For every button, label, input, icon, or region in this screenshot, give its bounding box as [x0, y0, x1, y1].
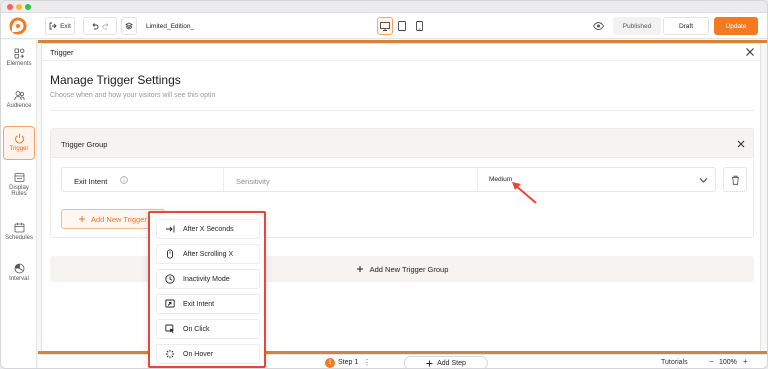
redo-icon[interactable] — [102, 22, 110, 30]
modal-close-icon[interactable] — [744, 46, 756, 58]
annotation-arrow-icon — [512, 182, 537, 204]
power-icon — [14, 133, 24, 144]
trash-icon — [731, 175, 739, 185]
add-step-label: Add Step — [437, 359, 466, 367]
mobile-icon — [415, 21, 423, 31]
menu-item-label: After Scrolling X — [183, 250, 234, 258]
page-title: Manage Trigger Settings — [50, 73, 181, 87]
preview-eye-icon[interactable] — [593, 22, 604, 30]
page-subtitle: Choose when and how your visitors will s… — [50, 92, 216, 99]
minimize-window-button[interactable] — [16, 4, 22, 10]
column-divider — [223, 168, 224, 191]
sidebar-item-display-rules[interactable]: Display Rules — [3, 172, 35, 208]
exit-label: Exit — [60, 22, 71, 30]
desktop-icon — [380, 21, 390, 31]
campaign-name[interactable]: Limited_Edition_ — [146, 23, 194, 30]
remove-group-icon[interactable] — [736, 139, 746, 149]
published-button[interactable]: Published — [613, 17, 661, 35]
sidebar-item-audience[interactable]: Audience — [3, 90, 35, 120]
sidebar-item-label: Display Rules — [9, 185, 29, 197]
sidebar-item-label: Schedules — [4, 235, 34, 241]
trigger-group-header: Trigger Group — [51, 129, 753, 158]
calendar-icon — [14, 222, 24, 233]
menu-item-label: After X Seconds — [183, 225, 234, 233]
hover-burst-icon — [165, 349, 175, 359]
window-titlebar — [1, 1, 767, 13]
trigger-type-menu: After X Seconds After Scrolling X Inacti… — [148, 211, 266, 368]
top-toolbar: Exit Limited_Edition_ Published Draft Up… — [1, 13, 767, 39]
step-number-badge: 1 — [325, 358, 335, 368]
undo-icon[interactable] — [91, 22, 99, 30]
zoom-in-icon[interactable]: + — [743, 357, 748, 366]
menu-item-after-scrolling-x[interactable]: After Scrolling X — [156, 244, 260, 264]
sidebar-item-label: Trigger — [9, 146, 29, 152]
layers-button[interactable] — [121, 17, 137, 35]
sidebar-item-label: Elements — [6, 61, 32, 67]
sidebar-item-label: Audience — [6, 103, 32, 109]
elements-icon — [14, 48, 24, 59]
mouse-scroll-icon — [167, 249, 173, 259]
undo-redo-group — [83, 17, 117, 35]
interval-icon — [14, 263, 24, 274]
trigger-name: Exit Intent — [74, 177, 108, 186]
trigger-row: Exit Intent Sensitivity Medium — [61, 167, 716, 192]
trigger-group-title: Trigger Group — [61, 140, 108, 149]
modal-header-title: Trigger — [50, 48, 74, 57]
clock-icon — [165, 274, 175, 284]
maximize-window-button[interactable] — [25, 4, 31, 10]
click-cursor-icon — [165, 324, 174, 334]
sidebar-item-label: Interval — [9, 276, 29, 282]
add-step-button[interactable]: Add Step — [404, 356, 488, 368]
zoom-out-icon[interactable]: − — [709, 357, 714, 366]
plus-icon — [79, 216, 85, 222]
app-window: Exit Limited_Edition_ Published Draft Up… — [0, 0, 768, 369]
close-window-button[interactable] — [7, 4, 13, 10]
step-label[interactable]: Step 1 — [338, 359, 358, 366]
sidebar-item-interval[interactable]: Interval — [3, 263, 35, 293]
arrow-to-line-icon — [166, 225, 175, 233]
draft-button[interactable]: Draft — [663, 17, 709, 35]
menu-item-after-x-seconds[interactable]: After X Seconds — [156, 219, 260, 239]
left-sidebar: Elements Audience Trigger Display Rules … — [1, 40, 37, 368]
display-rules-icon — [14, 173, 24, 182]
update-button[interactable]: Update — [714, 17, 758, 35]
tablet-icon — [398, 21, 406, 31]
menu-item-label: Exit Intent — [183, 300, 215, 308]
add-group-label: Add New Trigger Group — [369, 264, 449, 274]
menu-item-exit-intent[interactable]: Exit Intent — [156, 294, 260, 314]
tablet-view-button[interactable] — [394, 17, 410, 35]
column-divider — [477, 168, 478, 191]
zoom-level: 100% — [719, 359, 737, 366]
app-logo-icon[interactable] — [9, 17, 27, 35]
sidebar-item-trigger[interactable]: Trigger — [3, 126, 35, 160]
step-more-icon[interactable]: ⋮ — [363, 358, 371, 367]
menu-item-label: Inactivity Mode — [183, 275, 230, 283]
sensitivity-label: Sensitivity — [236, 177, 270, 186]
exit-button[interactable]: Exit — [45, 17, 75, 35]
sidebar-item-elements[interactable]: Elements — [3, 48, 35, 78]
audience-icon — [13, 91, 25, 101]
menu-item-label: On Hover — [183, 350, 213, 358]
info-icon[interactable] — [120, 176, 128, 184]
desktop-view-button[interactable] — [377, 17, 393, 35]
sidebar-item-schedules[interactable]: Schedules — [3, 222, 35, 252]
plus-icon — [426, 360, 433, 366]
layers-icon — [125, 22, 133, 30]
mobile-view-button[interactable] — [411, 17, 427, 35]
tutorials-link[interactable]: Tutorials — [661, 359, 688, 366]
menu-item-on-click[interactable]: On Click — [156, 319, 260, 339]
exit-icon — [49, 22, 57, 30]
menu-item-on-hover[interactable]: On Hover — [156, 344, 260, 364]
delete-trigger-button[interactable] — [723, 167, 747, 192]
modal-header: Trigger — [42, 44, 762, 61]
divider — [50, 110, 754, 111]
exit-window-icon — [165, 299, 175, 308]
menu-item-label: On Click — [183, 325, 210, 333]
chevron-down-icon[interactable] — [699, 176, 708, 184]
add-trigger-label: Add New Trigger — [91, 214, 147, 224]
menu-item-inactivity-mode[interactable]: Inactivity Mode — [156, 269, 260, 289]
plus-icon — [356, 266, 363, 272]
